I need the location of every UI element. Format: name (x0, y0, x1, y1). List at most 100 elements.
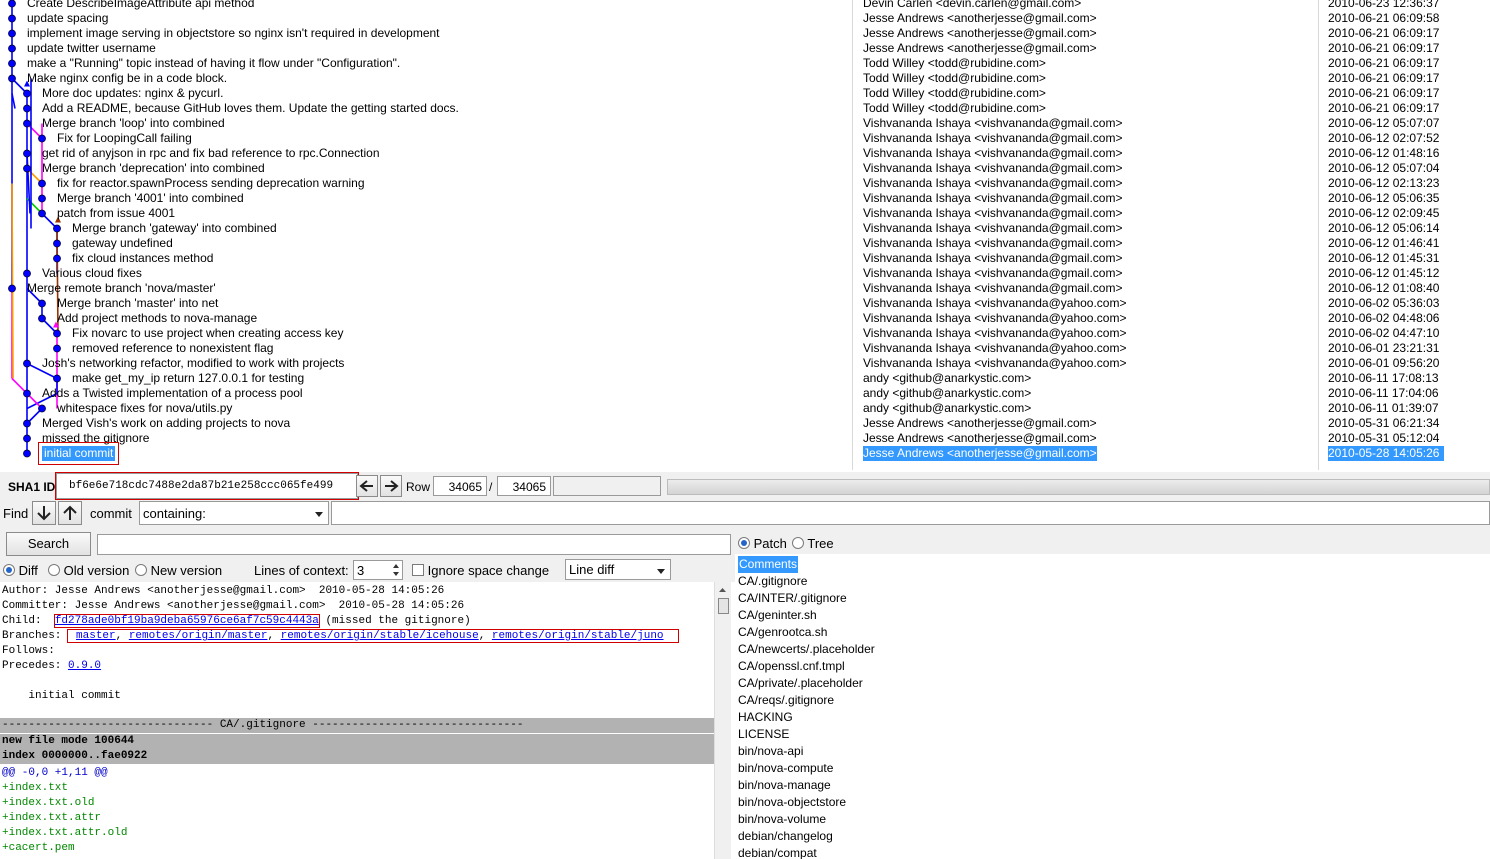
commit-date[interactable]: 2010-06-23 12:36:37 (1328, 0, 1439, 11)
commit-author[interactable]: Vishvananda Ishaya <vishvananda@gmail.co… (863, 116, 1122, 131)
commit-date[interactable]: 2010-06-01 23:21:31 (1328, 341, 1439, 356)
pane-divider[interactable] (1318, 0, 1319, 470)
file-item[interactable]: CA/openssl.cnf.tmpl (738, 658, 845, 675)
commit-subject[interactable]: Add a README, because GitHub loves them.… (42, 101, 459, 116)
precedes-tag-link[interactable]: 0.9.0 (68, 660, 101, 672)
child-sha-link[interactable]: fd278ade0bf19ba9deba65976ce6af7c59c4443a (53, 614, 320, 628)
commit-author[interactable]: Vishvananda Ishaya <vishvananda@gmail.co… (863, 161, 1122, 176)
sha-input[interactable]: bf6e6e718cdc7488e2da87b21e258ccc065fe499 (55, 472, 359, 500)
commit-author[interactable]: Jesse Andrews <anotherjesse@gmail.com> (863, 431, 1097, 446)
commit-date[interactable]: 2010-06-02 05:36:03 (1328, 296, 1439, 311)
file-item[interactable]: CA/private/.placeholder (738, 675, 863, 692)
file-item[interactable]: CA/newcerts/.placeholder (738, 641, 875, 658)
commit-date[interactable]: 2010-06-12 01:45:12 (1328, 266, 1439, 281)
diff-scrollbar[interactable] (714, 582, 731, 859)
commit-subject[interactable]: Merge branch 'gateway' into combined (72, 221, 277, 236)
find-next-button[interactable] (32, 501, 56, 525)
commit-author[interactable]: Vishvananda Ishaya <vishvananda@gmail.co… (863, 191, 1122, 206)
file-item[interactable]: debian/compat (738, 845, 817, 859)
commit-subject[interactable]: Fix for LoopingCall failing (57, 131, 192, 146)
commit-date[interactable]: 2010-06-12 05:07:07 (1328, 116, 1439, 131)
commit-subject[interactable]: update spacing (27, 11, 108, 26)
commit-subject[interactable]: implement image serving in objectstore s… (27, 26, 440, 41)
file-item[interactable]: bin/nova-volume (738, 811, 826, 828)
commit-subject[interactable]: Merge branch 'deprecation' into combined (42, 161, 265, 176)
commit-date[interactable]: 2010-06-12 02:09:45 (1328, 206, 1439, 221)
commit-author[interactable]: Todd Willey <todd@rubidine.com> (863, 101, 1046, 116)
commit-author[interactable]: Jesse Andrews <anotherjesse@gmail.com> (863, 11, 1097, 26)
file-item[interactable]: bin/nova-objectstore (738, 794, 846, 811)
file-list[interactable]: Comments CA/.gitignore CA/INTER/.gitignore… (735, 554, 1490, 859)
commit-subject[interactable]: update twitter username (27, 41, 156, 56)
commit-date[interactable]: 2010-05-31 06:21:34 (1328, 416, 1439, 431)
file-item[interactable]: bin/nova-compute (738, 760, 833, 777)
file-item[interactable]: bin/nova-manage (738, 777, 831, 794)
commit-subject[interactable]: patch from issue 4001 (57, 206, 175, 221)
branch-link[interactable]: remotes/origin/stable/icehouse (281, 630, 479, 642)
commit-author[interactable]: Jesse Andrews <anotherjesse@gmail.com> (863, 446, 1097, 461)
commit-date[interactable]: 2010-06-02 04:48:06 (1328, 311, 1439, 326)
commit-date[interactable]: 2010-06-21 06:09:58 (1328, 11, 1439, 26)
commit-subject[interactable]: Create DescribeImageAttribute api method (27, 0, 254, 11)
tree-radio[interactable]: Tree (792, 536, 834, 551)
search-button[interactable]: Search (6, 532, 91, 556)
commit-author[interactable]: Jesse Andrews <anotherjesse@gmail.com> (863, 416, 1097, 431)
ignore-space-checkbox[interactable]: Ignore space change (412, 563, 549, 578)
commit-author[interactable]: Vishvananda Ishaya <vishvananda@gmail.co… (863, 131, 1122, 146)
commit-subject[interactable]: make a "Running" topic instead of having… (27, 56, 400, 71)
commit-subject[interactable]: Merge branch '4001' into combined (57, 191, 244, 206)
commit-date[interactable]: 2010-06-21 06:09:17 (1328, 56, 1439, 71)
commit-subject[interactable]: More doc updates: nginx & pycurl. (42, 86, 223, 101)
commit-subject[interactable]: Various cloud fixes (42, 266, 142, 281)
patch-radio[interactable]: Patch (738, 536, 787, 551)
commit-author[interactable]: Vishvananda Ishaya <vishvananda@gmail.co… (863, 251, 1122, 266)
commit-date[interactable]: 2010-06-12 02:13:23 (1328, 176, 1439, 191)
commit-subject[interactable]: missed the gitignore (42, 431, 149, 446)
commit-date[interactable]: 2010-06-11 17:08:13 (1328, 371, 1439, 386)
file-item[interactable]: CA/reqs/.gitignore (738, 692, 834, 709)
commit-date[interactable]: 2010-05-28 14:05:26 (1328, 446, 1444, 461)
commit-date[interactable]: 2010-06-21 06:09:17 (1328, 71, 1439, 86)
commit-subject[interactable]: Merge branch 'master' into net (57, 296, 218, 311)
file-item[interactable]: debian/changelog (738, 828, 833, 845)
commit-subject[interactable]: Fix novarc to use project when creating … (72, 326, 343, 341)
branch-link[interactable]: remotes/origin/master (129, 630, 268, 642)
find-input[interactable] (331, 501, 1490, 525)
commit-subject[interactable]: fix for reactor.spawnProcess sending dep… (57, 176, 365, 191)
commit-date[interactable]: 2010-06-12 01:48:16 (1328, 146, 1439, 161)
commit-subject[interactable]: fix cloud instances method (72, 251, 213, 266)
commit-author[interactable]: Todd Willey <todd@rubidine.com> (863, 86, 1046, 101)
commit-date[interactable]: 2010-06-02 04:47:10 (1328, 326, 1439, 341)
commit-subject[interactable]: removed reference to nonexistent flag (72, 341, 273, 356)
commit-subject[interactable]: Add project methods to nova-manage (57, 311, 257, 326)
context-spinbox[interactable]: 3 (353, 560, 403, 580)
commit-date[interactable]: 2010-06-12 01:45:31 (1328, 251, 1439, 266)
forward-button[interactable] (380, 475, 402, 497)
commit-subject[interactable]: Merge branch 'loop' into combined (42, 116, 225, 131)
file-item[interactable]: LICENSE (738, 726, 789, 743)
branch-link[interactable]: master (76, 630, 116, 642)
commit-author[interactable]: Todd Willey <todd@rubidine.com> (863, 71, 1046, 86)
commit-date[interactable]: 2010-06-21 06:09:17 (1328, 41, 1439, 56)
diff-radio[interactable]: Diff (3, 563, 38, 578)
commit-author[interactable]: Vishvananda Ishaya <vishvananda@gmail.co… (863, 206, 1122, 221)
commit-date[interactable]: 2010-06-21 06:09:17 (1328, 26, 1439, 41)
diff-view[interactable]: Author: Jesse Andrews <anotherjesse@gmai… (0, 582, 714, 859)
commit-list[interactable]: Create DescribeImageAttribute api method… (0, 0, 1490, 470)
file-item[interactable]: CA/genrootca.sh (738, 624, 827, 641)
commit-date[interactable]: 2010-06-12 02:07:52 (1328, 131, 1439, 146)
commit-author[interactable]: Jesse Andrews <anotherjesse@gmail.com> (863, 26, 1097, 41)
commit-author[interactable]: Devin Carlen <devin.carlen@gmail.com> (863, 0, 1081, 11)
search-input[interactable] (97, 534, 731, 555)
branch-link[interactable]: remotes/origin/stable/juno (492, 630, 664, 642)
commit-date[interactable]: 2010-06-01 09:56:20 (1328, 356, 1439, 371)
commit-author[interactable]: Vishvananda Ishaya <vishvananda@yahoo.co… (863, 311, 1126, 326)
commit-subject[interactable]: get rid of anyjson in rpc and fix bad re… (42, 146, 380, 161)
commit-date[interactable]: 2010-06-12 05:06:14 (1328, 221, 1439, 236)
find-prev-button[interactable] (58, 501, 82, 525)
commit-date[interactable]: 2010-06-12 05:07:04 (1328, 161, 1439, 176)
commit-date[interactable]: 2010-06-11 17:04:06 (1328, 386, 1439, 401)
commit-date[interactable]: 2010-06-21 06:09:17 (1328, 101, 1439, 116)
commit-author[interactable]: Vishvananda Ishaya <vishvananda@yahoo.co… (863, 341, 1126, 356)
file-item[interactable]: CA/geninter.sh (738, 607, 817, 624)
